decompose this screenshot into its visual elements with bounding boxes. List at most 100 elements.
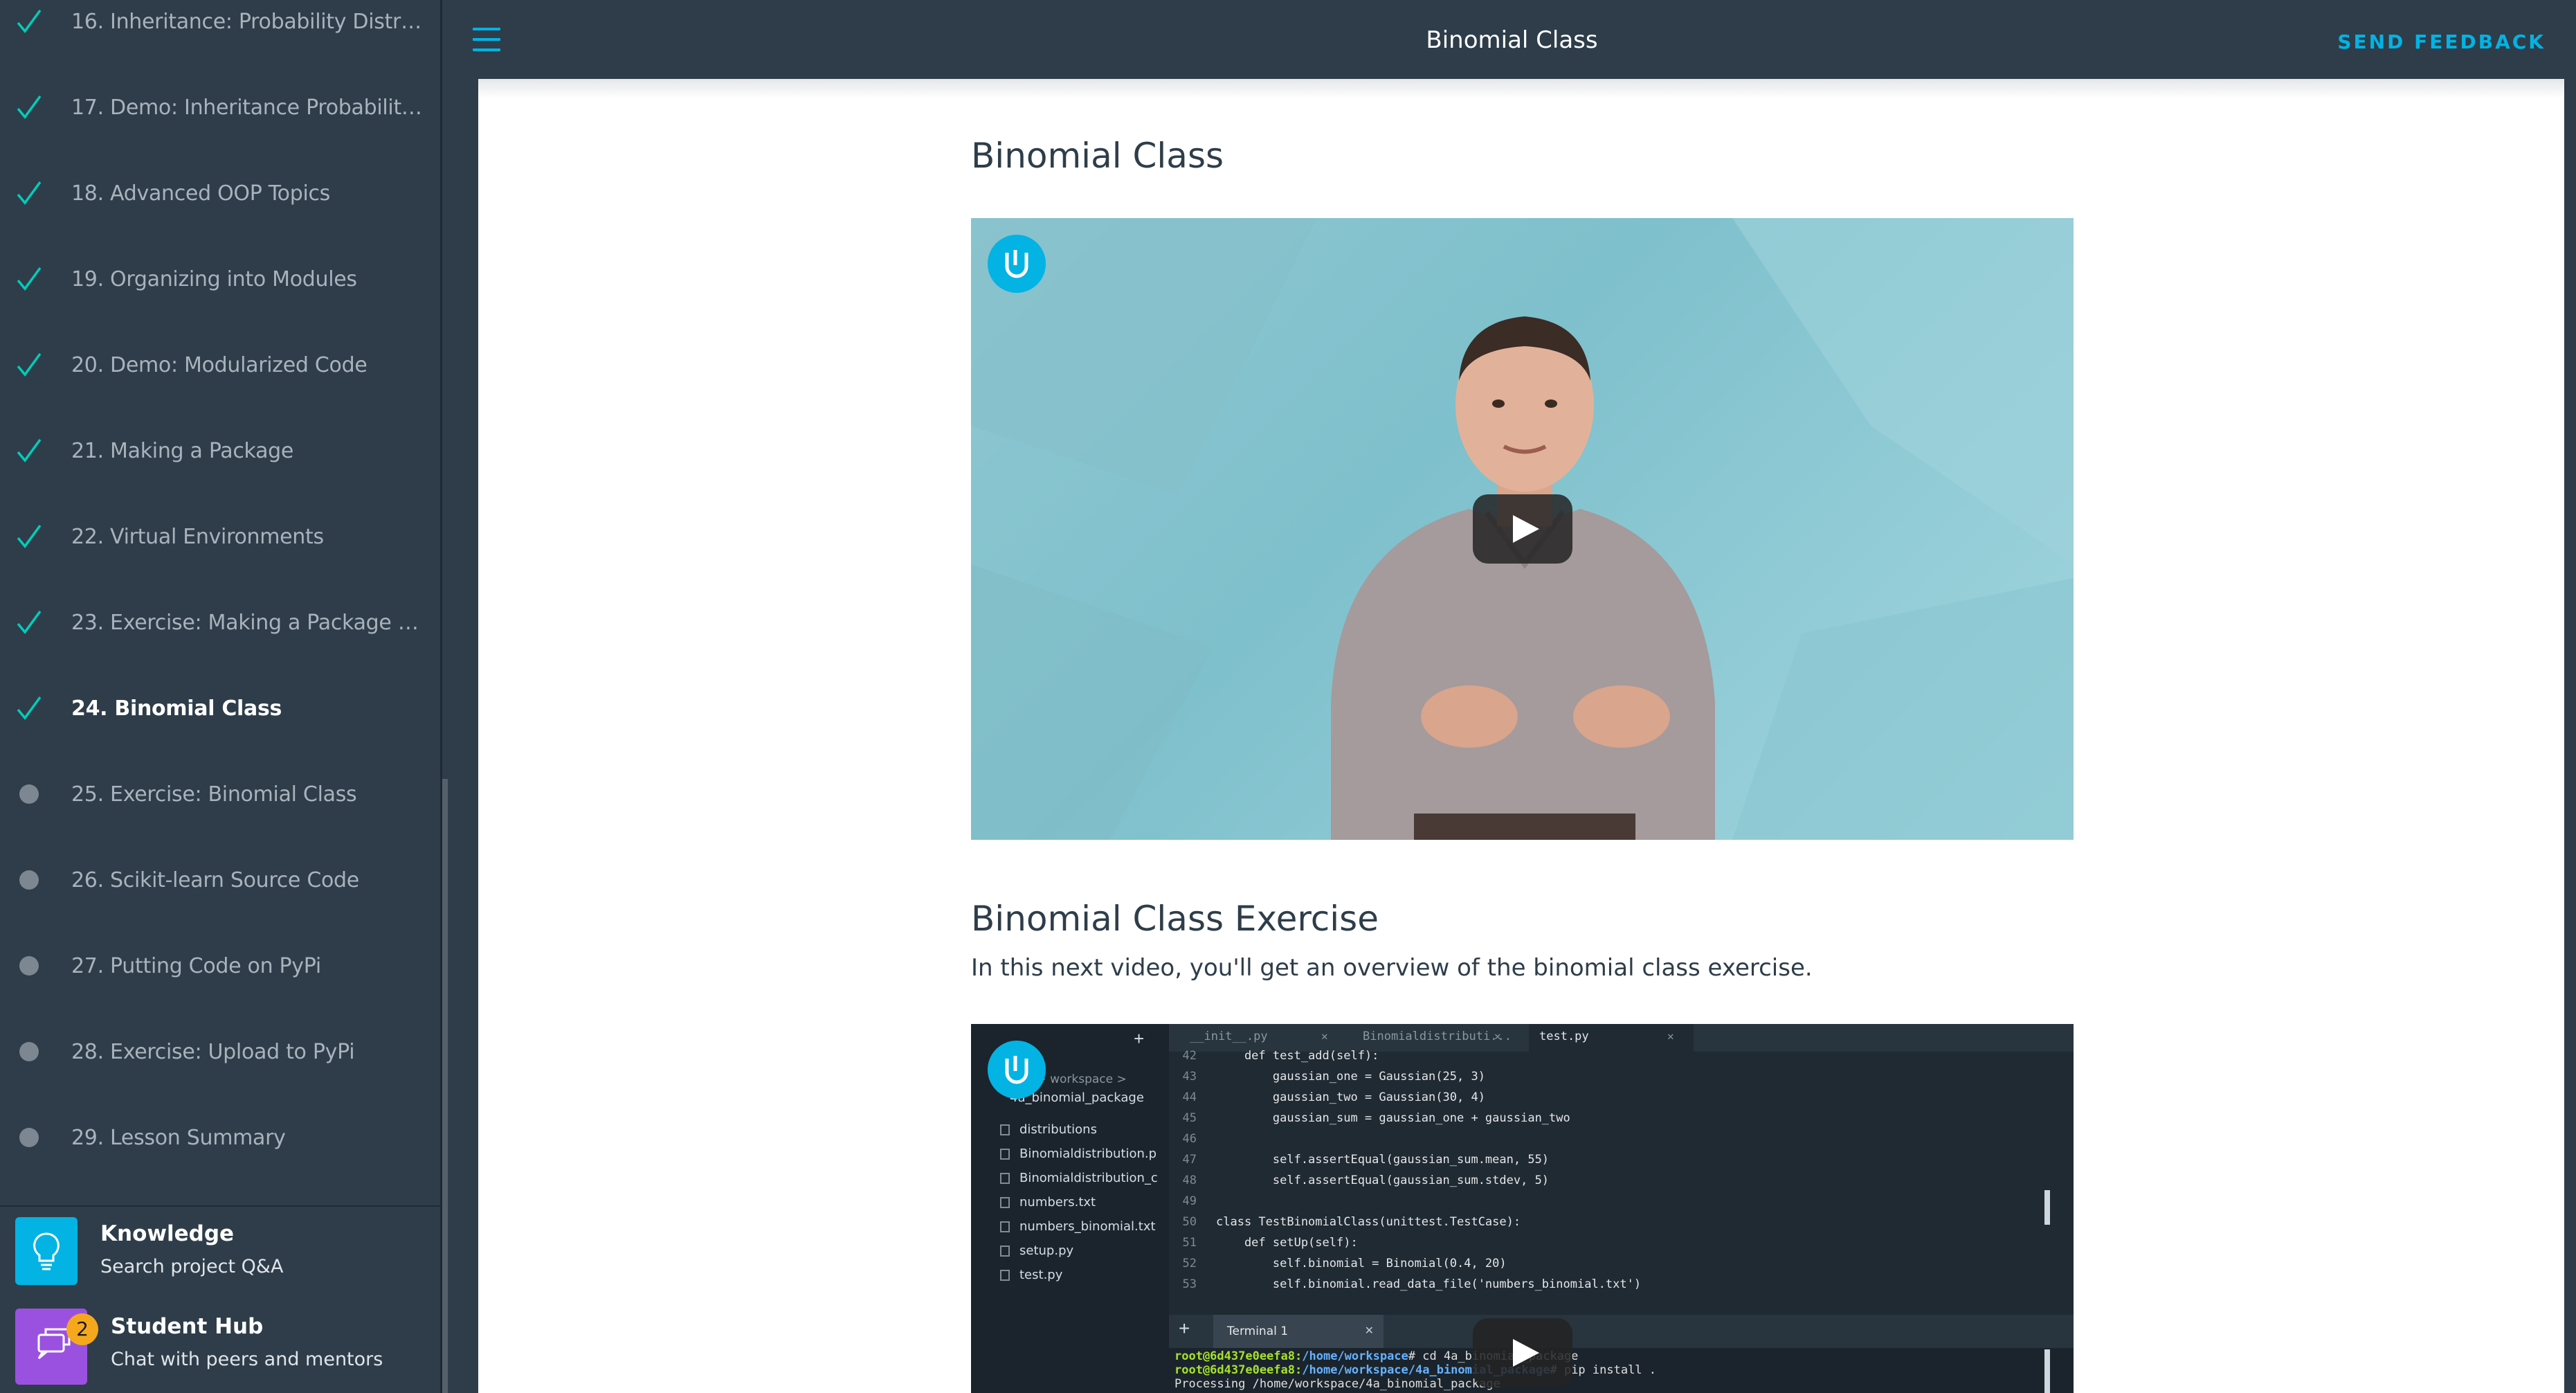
lesson-label: 23. Exercise: Making a Package and ... <box>71 610 426 635</box>
lesson-item[interactable]: 20. Demo: Modularized Code <box>0 322 440 408</box>
lesson-item[interactable]: 23. Exercise: Making a Package and ... <box>0 579 440 665</box>
code-line: 52 self.binomial = Binomial(0.4, 20) <box>1169 1257 1507 1270</box>
checkmark-icon <box>17 438 42 462</box>
lesson-label: 25. Exercise: Binomial Class <box>71 782 357 807</box>
lesson-item[interactable]: 22. Virtual Environments <box>0 494 440 579</box>
code-line: 53 self.binomial.read_data_file('numbers… <box>1169 1277 1642 1291</box>
lesson-item[interactable]: 25. Exercise: Binomial Class <box>0 751 440 837</box>
lesson-item[interactable]: 21. Making a Package <box>0 408 440 494</box>
checkmark-icon <box>17 181 42 205</box>
sidebar-scrollbar[interactable] <box>442 0 448 1393</box>
content-right-gutter <box>2564 79 2576 1393</box>
code-text: gaussian_two = Gaussian(30, 4) <box>1216 1090 1485 1104</box>
lesson-item[interactable]: 19. Organizing into Modules <box>0 236 440 322</box>
code-line: 43 gaussian_one = Gaussian(25, 3) <box>1169 1070 1485 1084</box>
video-player-binomial-exercise[interactable]: me > workspace > 4a_binomial_package dis… <box>971 1024 2074 1393</box>
terminal-tab[interactable]: Terminal 1 ✕ <box>1213 1315 1384 1348</box>
lesson-item[interactable]: 18. Advanced OOP Topics <box>0 150 440 236</box>
lesson-item[interactable]: 27. Putting Code on PyPi <box>0 923 440 1009</box>
code-text: def setUp(self): <box>1216 1236 1358 1250</box>
knowledge-link[interactable]: Knowledge Search project Q&A <box>0 1206 440 1296</box>
lesson-item[interactable]: 28. Exercise: Upload to PyPi <box>0 1009 440 1095</box>
close-icon[interactable]: ✕ <box>1321 1030 1328 1043</box>
checkmark-icon <box>17 352 42 377</box>
file-name: numbers_binomial.txt <box>1019 1219 1156 1234</box>
close-icon[interactable]: ✕ <box>1667 1030 1674 1043</box>
code-line: 44 gaussian_two = Gaussian(30, 4) <box>1169 1090 1485 1104</box>
file-icon <box>1000 1246 1010 1257</box>
incomplete-dot-icon <box>19 956 39 976</box>
line-number: 52 <box>1182 1257 1197 1270</box>
checkmark-icon <box>17 9 42 33</box>
terminal-output: root@6d437e0eefa8:/home/workspace# cd 4a… <box>1169 1348 2074 1393</box>
file-icon <box>1000 1270 1010 1281</box>
terminal-scroll-thumb[interactable] <box>2044 1349 2050 1393</box>
add-terminal-icon[interactable]: + <box>1179 1318 1190 1340</box>
lesson-label: 21. Making a Package <box>71 438 294 463</box>
lesson-item[interactable]: 17. Demo: Inheritance Probability D... <box>0 64 440 150</box>
checkmark-icon <box>17 267 42 291</box>
lesson-sidebar: 16. Inheritance: Probability Distribu...… <box>0 0 440 1393</box>
sidebar-scroll-thumb[interactable] <box>442 779 448 1393</box>
lesson-item[interactable]: 16. Inheritance: Probability Distribu... <box>0 0 440 64</box>
code-line: 42 def test_add(self): <box>1169 1049 1379 1063</box>
send-feedback-button[interactable]: SEND FEEDBACK <box>2337 30 2546 53</box>
line-number: 49 <box>1182 1194 1197 1208</box>
video-player-binomial-class[interactable] <box>971 218 2074 840</box>
lesson-item[interactable]: 29. Lesson Summary <box>0 1095 440 1180</box>
knowledge-title: Knowledge <box>100 1221 235 1246</box>
code-line: 51 def setUp(self): <box>1169 1236 1358 1250</box>
file-item[interactable]: test.py <box>1000 1268 1062 1282</box>
incomplete-dot-icon <box>19 870 39 890</box>
terminal-line: Processing /home/workspace/4a_binomial_p… <box>1174 1377 1500 1391</box>
terminal-cmd: Processing /home/workspace/4a_binomial_p… <box>1174 1377 1500 1391</box>
intro-paragraph: In this next video, you'll get an overvi… <box>971 954 1813 982</box>
terminal-line: root@6d437e0eefa8:/home/workspace/4a_bin… <box>1174 1363 1656 1377</box>
checkmark-icon <box>17 696 42 720</box>
play-button-icon[interactable] <box>1473 1318 1572 1387</box>
file-icon <box>1000 1221 1010 1232</box>
udacity-logo-icon <box>988 1041 1046 1099</box>
play-button-icon[interactable] <box>1473 494 1572 564</box>
editor-tab-active[interactable]: test.py <box>1539 1030 1589 1043</box>
lesson-label: 26. Scikit-learn Source Code <box>71 868 359 892</box>
lesson-label: 24. Binomial Class <box>71 696 282 721</box>
lesson-item[interactable]: 26. Scikit-learn Source Code <box>0 837 440 923</box>
file-item[interactable]: distributions <box>1000 1122 1097 1137</box>
code-scroll-thumb[interactable] <box>2044 1190 2050 1225</box>
close-icon[interactable]: ✕ <box>1494 1030 1501 1043</box>
close-icon[interactable]: ✕ <box>1365 1324 1374 1338</box>
lesson-label: 20. Demo: Modularized Code <box>71 352 368 377</box>
page-title: Binomial Class <box>1426 26 1598 54</box>
code-text: self.binomial = Binomial(0.4, 20) <box>1216 1257 1507 1270</box>
code-text: def test_add(self): <box>1216 1049 1379 1063</box>
editor-tab[interactable]: __init__.py <box>1190 1030 1268 1043</box>
file-item[interactable]: Binomialdistribution_c <box>1000 1171 1158 1185</box>
file-name: numbers.txt <box>1019 1195 1096 1210</box>
checkmark-icon <box>17 95 42 119</box>
line-number: 43 <box>1182 1070 1197 1084</box>
code-text: class TestBinomialClass(unittest.TestCas… <box>1216 1215 1521 1229</box>
code-line: 45 gaussian_sum = gaussian_one + gaussia… <box>1169 1111 1570 1125</box>
terminal-user: root@6d437e0eefa8 <box>1174 1363 1295 1377</box>
line-number: 51 <box>1182 1236 1197 1250</box>
code-line: 46 <box>1169 1132 1216 1146</box>
lesson-item[interactable]: 24. Binomial Class <box>0 665 440 751</box>
code-area: 42 def test_add(self): 43 gaussian_one = … <box>1169 1049 2074 1315</box>
file-item[interactable]: numbers.txt <box>1000 1195 1096 1210</box>
line-number: 50 <box>1182 1215 1197 1229</box>
file-item[interactable]: Binomialdistribution.p <box>1000 1147 1157 1161</box>
file-item[interactable]: setup.py <box>1000 1243 1073 1258</box>
line-number: 53 <box>1182 1277 1197 1291</box>
add-tab-icon[interactable]: + <box>1134 1028 1144 1050</box>
file-icon <box>1000 1149 1010 1160</box>
lesson-label: 19. Organizing into Modules <box>71 267 357 291</box>
student-hub-link[interactable]: Student Hub Chat with peers and mentors <box>0 1299 440 1389</box>
file-item[interactable]: numbers_binomial.txt <box>1000 1219 1156 1234</box>
line-number: 44 <box>1182 1090 1197 1104</box>
editor-tabs: __init__.py ✕ Binomialdistributi... ✕ te… <box>1169 1024 2074 1052</box>
line-number: 48 <box>1182 1174 1197 1187</box>
line-number: 46 <box>1182 1132 1197 1146</box>
editor-tab[interactable]: Binomialdistributi... <box>1363 1030 1512 1043</box>
code-text: self.binomial.read_data_file('numbers_bi… <box>1216 1277 1642 1291</box>
